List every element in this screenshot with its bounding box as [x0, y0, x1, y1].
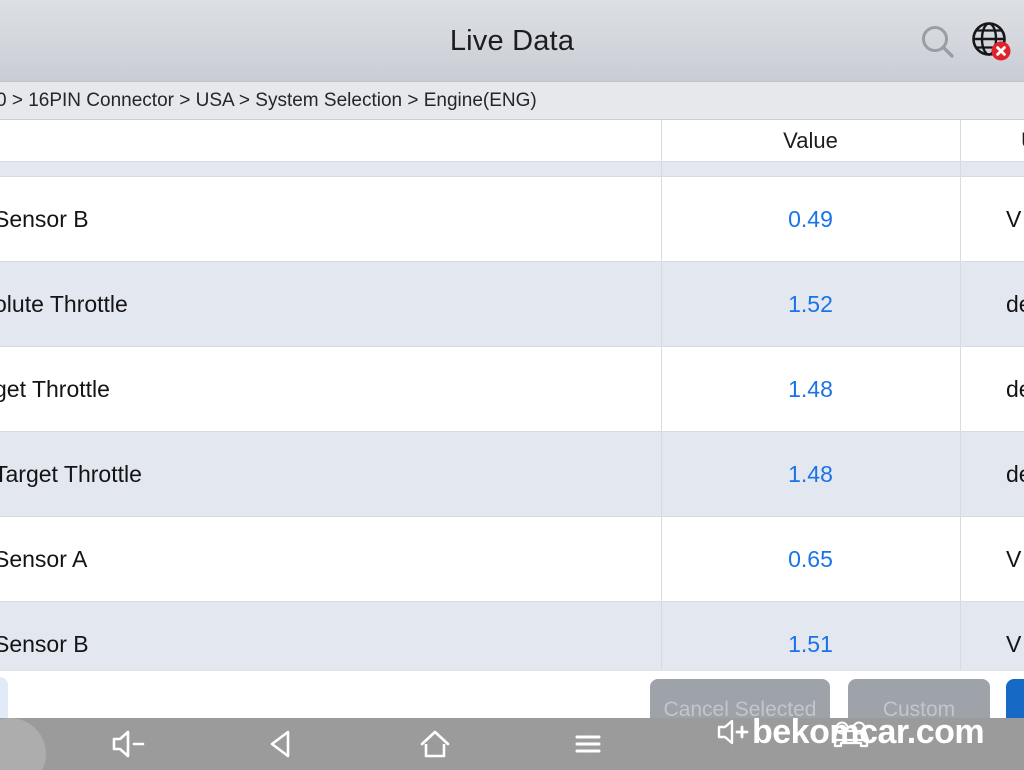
table-row[interactable]: Sensor A 0.65 V — [0, 517, 1024, 602]
volume-down-icon[interactable] — [90, 718, 170, 770]
column-header-name[interactable] — [0, 120, 661, 161]
title-bar: Live Data — [0, 0, 1024, 82]
cell-unit: V — [1006, 631, 1022, 657]
breadcrumb-path: 0 > 16PIN Connector > USA > System Selec… — [0, 89, 537, 111]
table-row[interactable]: Sensor B 0.49 V — [0, 177, 1024, 262]
column-header-unit[interactable]: Un — [960, 120, 1024, 161]
table-row-partial — [0, 162, 1024, 177]
page-title: Live Data — [449, 25, 575, 57]
cell-parameter-name: Sensor B — [0, 631, 89, 657]
cell-parameter-name: olute Throttle — [0, 291, 128, 317]
column-divider — [960, 162, 961, 176]
table-row[interactable]: get Throttle 1.48 de — [0, 347, 1024, 432]
cell-unit: V — [1006, 546, 1022, 572]
table-row[interactable]: Sensor B 1.51 V — [0, 602, 1024, 670]
table-row[interactable]: olute Throttle 1.52 de — [0, 262, 1024, 347]
home-icon[interactable] — [395, 718, 475, 770]
cell-parameter-name: Target Throttle — [0, 461, 142, 487]
search-icon[interactable] — [918, 22, 958, 62]
breadcrumb[interactable]: 0 > 16PIN Connector > USA > System Selec… — [0, 82, 1024, 120]
live-data-screen: Live Data 0 > 16PIN Connector > USA > Sy… — [0, 0, 1024, 770]
cell-parameter-name: Sensor B — [0, 206, 89, 232]
cell-value: 1.48 — [788, 376, 833, 402]
table-row[interactable]: Target Throttle 1.48 de — [0, 432, 1024, 517]
cell-unit: V — [1006, 206, 1022, 232]
cell-unit: de — [1006, 461, 1024, 487]
cell-parameter-name: get Throttle — [0, 376, 110, 402]
menu-icon[interactable] — [548, 718, 628, 770]
cell-value: 1.51 — [788, 631, 833, 657]
cell-value: 0.49 — [788, 206, 833, 232]
table-header-row: Value Un — [0, 120, 1024, 162]
column-divider — [661, 162, 662, 176]
cell-value: 1.48 — [788, 461, 833, 487]
cell-parameter-name: Sensor A — [0, 546, 88, 572]
android-navigation-bar — [0, 718, 1024, 770]
cell-unit: de — [1006, 291, 1024, 317]
back-icon[interactable] — [242, 718, 322, 770]
table-body: Sensor B 0.49 V olute Throttle 1.52 de g… — [0, 162, 1024, 670]
cell-unit: de — [1006, 376, 1024, 402]
cell-value: 1.52 — [788, 291, 833, 317]
globe-disconnected-icon[interactable] — [968, 18, 1014, 64]
nav-touch-indicator — [0, 718, 46, 770]
action-bar: Cancel Selected Custom — [0, 670, 1024, 741]
live-data-table: Value Un Sensor B 0.49 V olute Throttle … — [0, 120, 1024, 670]
column-header-value[interactable]: Value — [661, 120, 960, 161]
cell-value: 0.65 — [788, 546, 833, 572]
